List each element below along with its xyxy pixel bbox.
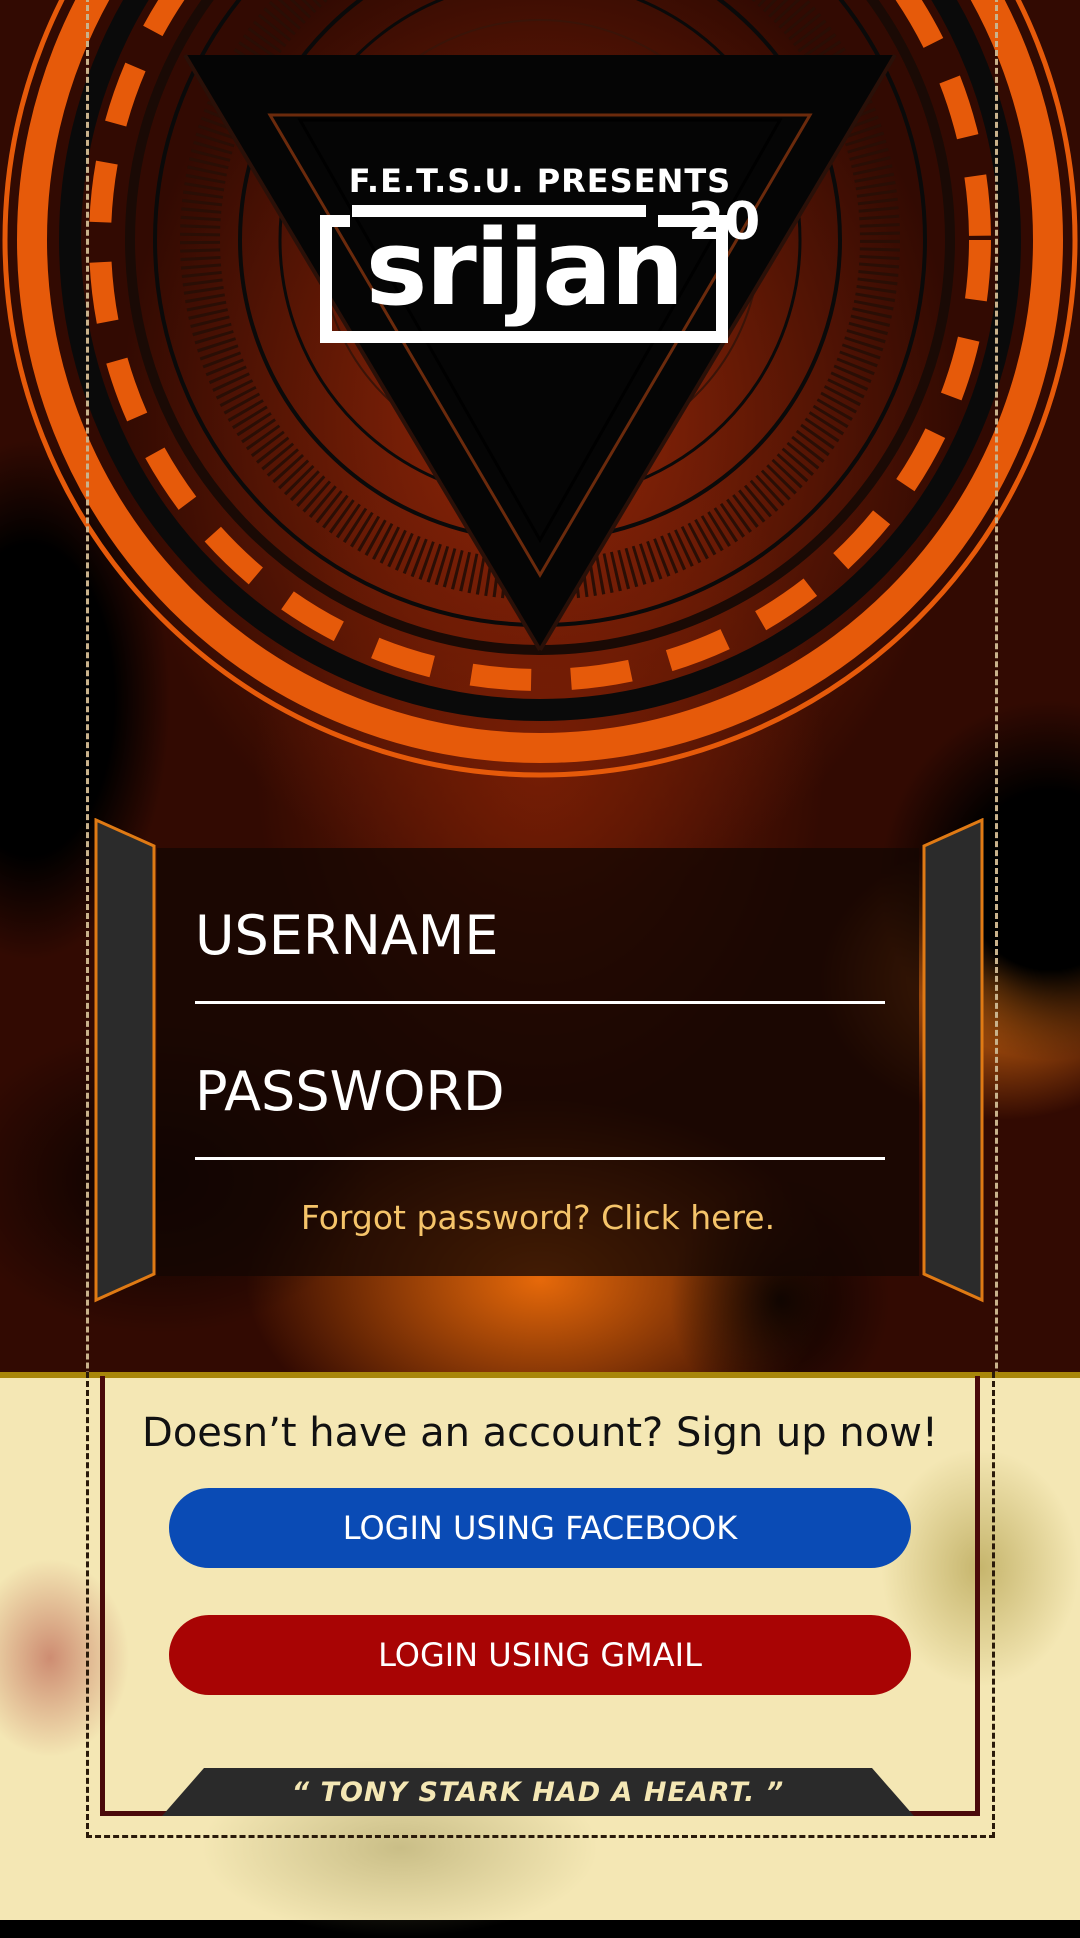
username-placeholder: USERNAME [195,904,499,967]
forgot-password-link[interactable]: Forgot password? Click here. [157,1198,919,1237]
panel-wing-left [94,818,156,1303]
password-placeholder: PASSWORD [195,1060,505,1123]
presenter-text: F.E.T.S.U. PRESENTS [348,162,732,200]
signup-prompt[interactable]: Doesn’t have an account? Sign up now! [0,1410,1080,1456]
quote-banner: “ TONY STARK HAD A HEART. ” [162,1768,914,1816]
username-field[interactable]: USERNAME [195,848,885,1004]
panel-wing-right [922,818,984,1303]
srijan-logo: srijan [320,205,728,343]
logo-year: 20 [688,192,761,252]
gmail-login-button[interactable]: LOGIN USING GMAIL [169,1615,911,1695]
facebook-login-button[interactable]: LOGIN USING FACEBOOK [169,1488,911,1568]
password-field[interactable]: PASSWORD [195,1004,885,1160]
arc-reactor-emblem [2,0,1078,778]
login-panel: USERNAME PASSWORD Forgot password? Click… [157,848,919,1276]
logo-word: srijan [365,207,685,329]
